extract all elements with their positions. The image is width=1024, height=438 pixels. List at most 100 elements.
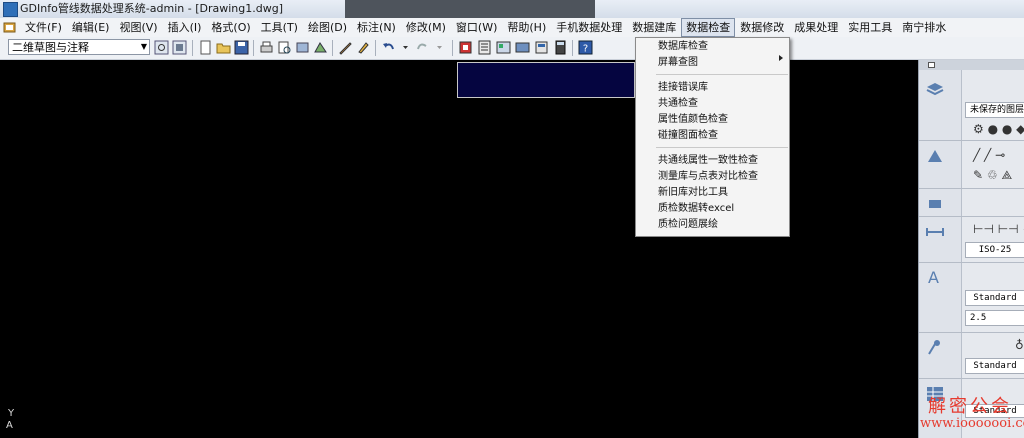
toolbar-separator (253, 40, 254, 56)
dropdown-item-attach-error-db[interactable]: 挂接错误库 (658, 81, 708, 94)
multileader-panel-icon[interactable] (925, 338, 945, 358)
palette-divider (919, 262, 1024, 263)
menu-data-build[interactable]: 数据建库 (627, 18, 681, 37)
dropdown-item-screen-view[interactable]: 屏幕查图 (658, 56, 698, 69)
dropdown-item-common-line-consistency[interactable]: 共通线属性一致性检查 (658, 154, 758, 167)
palette-divider (919, 140, 1024, 141)
publish-icon[interactable] (295, 40, 310, 55)
dropdown-item-qc-to-excel[interactable]: 质检数据转excel (658, 202, 734, 215)
menu-utilities[interactable]: 实用工具 (843, 18, 897, 37)
minimize-icon[interactable] (928, 62, 935, 68)
window-title: GDInfo管线数据处理系统-admin - [Drawing1.dwg] (20, 2, 283, 15)
workspace-select[interactable]: 二维草图与注释 ▼ (8, 39, 150, 55)
menu-result[interactable]: 成果处理 (789, 18, 843, 37)
dropdown-item-old-new-compare[interactable]: 新旧库对比工具 (658, 186, 728, 199)
new-file-icon[interactable] (198, 40, 213, 55)
menu-nanning-drainage[interactable]: 南宁排水 (897, 18, 951, 37)
tool-palettes-icon[interactable] (515, 40, 530, 55)
palette-divider (919, 188, 1024, 189)
layers-icon[interactable] (925, 80, 945, 100)
workspace-settings-icon[interactable] (154, 40, 169, 55)
dimension-tools-icon[interactable]: ⊢⊣ ⊢⊣ ∿ (973, 222, 1024, 236)
chevron-down-icon: ▼ (140, 42, 147, 51)
menu-dimension[interactable]: 标注(N) (352, 18, 401, 37)
dropdown-item-collision-check[interactable]: 碰撞图面检查 (658, 129, 718, 142)
layer-tools-icon[interactable]: ⚙ ● ● ◆ (973, 122, 1024, 136)
app-icon (3, 2, 18, 17)
palette-divider (919, 216, 1024, 217)
dropdown-item-qc-issue-plot[interactable]: 质检问题展绘 (658, 218, 718, 231)
save-icon[interactable] (234, 40, 249, 55)
open-folder-icon[interactable] (216, 40, 231, 55)
palette-divider (919, 332, 1024, 333)
menu-modify[interactable]: 修改(M) (401, 18, 451, 37)
watermark-title: 解密公会 (928, 396, 1012, 417)
ucs-icon: A (6, 420, 13, 431)
leader-tools-icon[interactable]: ♁ (1015, 338, 1024, 352)
menu-mobile-data[interactable]: 手机数据处理 (551, 18, 627, 37)
app-menu-icon[interactable] (3, 21, 16, 34)
menu-bar: 文件(F) 编辑(E) 视图(V) 插入(I) 格式(O) 工具(T) 绘图(D… (0, 18, 1024, 38)
text-panel-icon[interactable]: A (928, 268, 948, 288)
redo-icon[interactable] (415, 40, 430, 55)
help-icon[interactable]: ? (578, 40, 593, 55)
dropdown-item-attribute-color-check[interactable]: 属性值颜色检查 (658, 113, 728, 126)
dropdown-item-database-check[interactable]: 数据库检查 (658, 40, 708, 53)
draw-panel-icon[interactable] (925, 146, 945, 166)
modify-tools-icon[interactable]: ✎ ♲ ⟁ (973, 168, 1012, 183)
sheet-set-icon[interactable] (534, 40, 549, 55)
draw-tools-icon[interactable]: ╱ ╱ ⊸ (973, 148, 1005, 162)
mleader-style-field[interactable]: Standard (965, 358, 1024, 374)
undo-icon[interactable] (381, 40, 396, 55)
menu-file[interactable]: 文件(F) (20, 18, 67, 37)
data-check-dropdown: 数据库检查 屏幕查图 挂接错误库 共通检查 属性值颜色检查 碰撞图面检查 共通线… (635, 37, 790, 237)
title-overlay-box (345, 0, 595, 18)
selection-rectangle (457, 62, 635, 98)
design-center-icon[interactable] (496, 40, 511, 55)
dimension-panel-icon[interactable] (925, 222, 945, 242)
dim-style-field[interactable]: ISO-25 (965, 242, 1024, 258)
menu-help[interactable]: 帮助(H) (502, 18, 551, 37)
ucs-y-label: Y (8, 408, 15, 419)
plot-icon[interactable] (313, 40, 328, 55)
match-properties-icon[interactable] (356, 40, 371, 55)
calculator-icon[interactable] (553, 40, 568, 55)
menu-edit[interactable]: 编辑(E) (67, 18, 115, 37)
menu-format[interactable]: 格式(O) (206, 18, 255, 37)
palette-divider (919, 378, 1024, 379)
redo-dropdown-icon[interactable] (432, 40, 447, 55)
workspace-select-value: 二维草图与注释 (12, 41, 89, 54)
properties-icon[interactable] (477, 40, 492, 55)
toolbar-separator (572, 40, 573, 56)
svg-text:?: ? (583, 44, 588, 55)
palette-header (919, 60, 1024, 70)
menu-data-modify[interactable]: 数据修改 (735, 18, 789, 37)
menu-view[interactable]: 视图(V) (114, 18, 162, 37)
menu-data-check[interactable]: 数据检查 (681, 18, 736, 37)
menu-window[interactable]: 窗口(W) (451, 18, 502, 37)
pencil-icon[interactable] (338, 40, 353, 55)
toolbar-separator (452, 40, 453, 56)
text-style-field[interactable]: Standard (965, 290, 1024, 306)
title-bar: GDInfo管线数据处理系统-admin - [Drawing1.dwg] (0, 0, 1024, 19)
workspace-icon[interactable] (172, 40, 187, 55)
pan-icon[interactable] (458, 40, 473, 55)
dashboard-palette: 未保存的图层 ⚙ ● ● ◆ ╱ ╱ ⊸ ✎ ♲ ⟁ ⊢⊣ ⊢⊣ ∿ ISO-2… (918, 60, 1024, 438)
block-panel-icon[interactable] (925, 194, 945, 214)
toolbar: 二维草图与注释 ▼ ? (0, 37, 1024, 60)
menu-insert[interactable]: 插入(I) (163, 18, 207, 37)
layer-state-field[interactable]: 未保存的图层 (965, 102, 1024, 118)
toolbar-separator (332, 40, 333, 56)
print-icon[interactable] (259, 40, 274, 55)
menu-draw[interactable]: 绘图(D) (303, 18, 352, 37)
dropdown-item-survey-compare[interactable]: 测量库与点表对比检查 (658, 170, 758, 183)
palette-icon-strip (919, 60, 962, 438)
undo-dropdown-icon[interactable] (398, 40, 413, 55)
menu-tools[interactable]: 工具(T) (256, 18, 303, 37)
submenu-arrow-icon (779, 55, 783, 61)
text-height-field[interactable]: 2.5 (965, 310, 1024, 326)
dropdown-item-common-check[interactable]: 共通检查 (658, 97, 698, 110)
watermark-url: www.iooooooi.com (920, 416, 1024, 431)
toolbar-separator (375, 40, 376, 56)
print-preview-icon[interactable] (277, 40, 292, 55)
